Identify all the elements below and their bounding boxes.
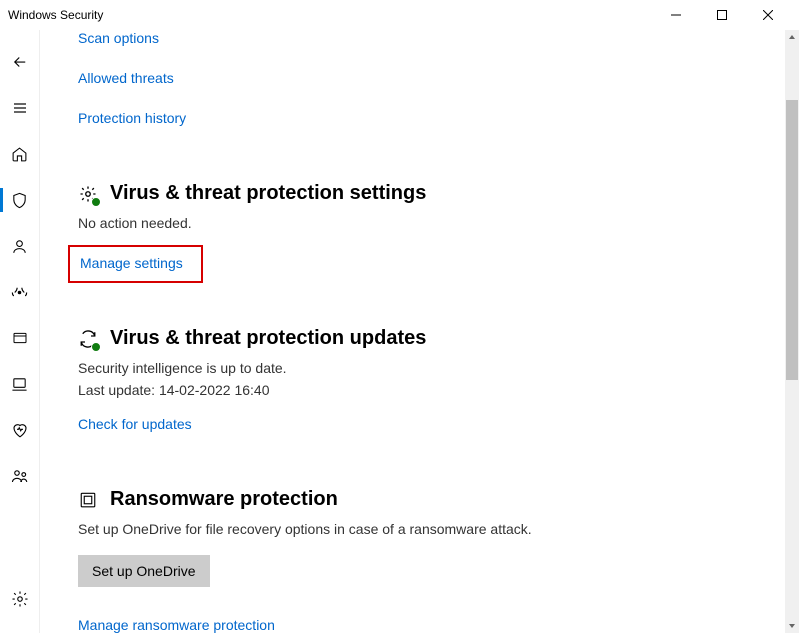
- refresh-icon: [78, 329, 98, 349]
- updates-title: Virus & threat protection updates: [110, 327, 426, 350]
- manage-ransomware-link[interactable]: Manage ransomware protection: [78, 617, 275, 633]
- sidebar-item-app-browser[interactable]: [0, 322, 40, 354]
- maximize-button[interactable]: [699, 0, 745, 30]
- sidebar-item-family[interactable]: [0, 460, 40, 492]
- window-title: Windows Security: [8, 8, 653, 22]
- setup-onedrive-button[interactable]: Set up OneDrive: [78, 555, 210, 587]
- settings-section: Virus & threat protection settings No ac…: [78, 182, 759, 283]
- titlebar: Windows Security: [0, 0, 799, 30]
- ransomware-title: Ransomware protection: [110, 488, 338, 511]
- sidebar-item-virus-protection[interactable]: [0, 184, 40, 216]
- menu-button[interactable]: [0, 92, 40, 124]
- window-controls: [653, 0, 791, 30]
- updates-desc: Security intelligence is up to date.: [78, 360, 759, 376]
- minimize-button[interactable]: [653, 0, 699, 30]
- settings-title: Virus & threat protection settings: [110, 182, 426, 205]
- close-button[interactable]: [745, 0, 791, 30]
- last-update-text: Last update: 14-02-2022 16:40: [78, 382, 759, 398]
- sidebar-item-home[interactable]: [0, 138, 40, 170]
- ransomware-section: Ransomware protection Set up OneDrive fo…: [78, 488, 759, 633]
- scroll-down-arrow[interactable]: [785, 619, 799, 633]
- settings-gear-icon: [78, 184, 98, 204]
- sidebar-item-firewall[interactable]: [0, 276, 40, 308]
- sidebar-item-settings[interactable]: [0, 583, 40, 615]
- check-updates-link[interactable]: Check for updates: [78, 416, 192, 432]
- protection-history-link[interactable]: Protection history: [78, 110, 186, 126]
- main-content: Scan options Allowed threats Protection …: [40, 30, 799, 633]
- sidebar-item-device-health[interactable]: [0, 414, 40, 446]
- sidebar-item-device-security[interactable]: [0, 368, 40, 400]
- scrollbar-thumb[interactable]: [786, 100, 798, 380]
- sidebar: [0, 30, 40, 633]
- scrollbar[interactable]: [785, 30, 799, 633]
- manage-settings-link[interactable]: Manage settings: [80, 255, 183, 271]
- sidebar-item-account[interactable]: [0, 230, 40, 262]
- allowed-threats-link[interactable]: Allowed threats: [78, 70, 174, 86]
- scan-options-link[interactable]: Scan options: [78, 30, 159, 46]
- scroll-up-arrow[interactable]: [785, 30, 799, 44]
- settings-desc: No action needed.: [78, 215, 759, 231]
- back-button[interactable]: [0, 46, 40, 78]
- manage-settings-highlight: Manage settings: [68, 245, 203, 283]
- ransomware-icon: [78, 490, 98, 510]
- updates-section: Virus & threat protection updates Securi…: [78, 327, 759, 444]
- ransomware-desc: Set up OneDrive for file recovery option…: [78, 521, 759, 537]
